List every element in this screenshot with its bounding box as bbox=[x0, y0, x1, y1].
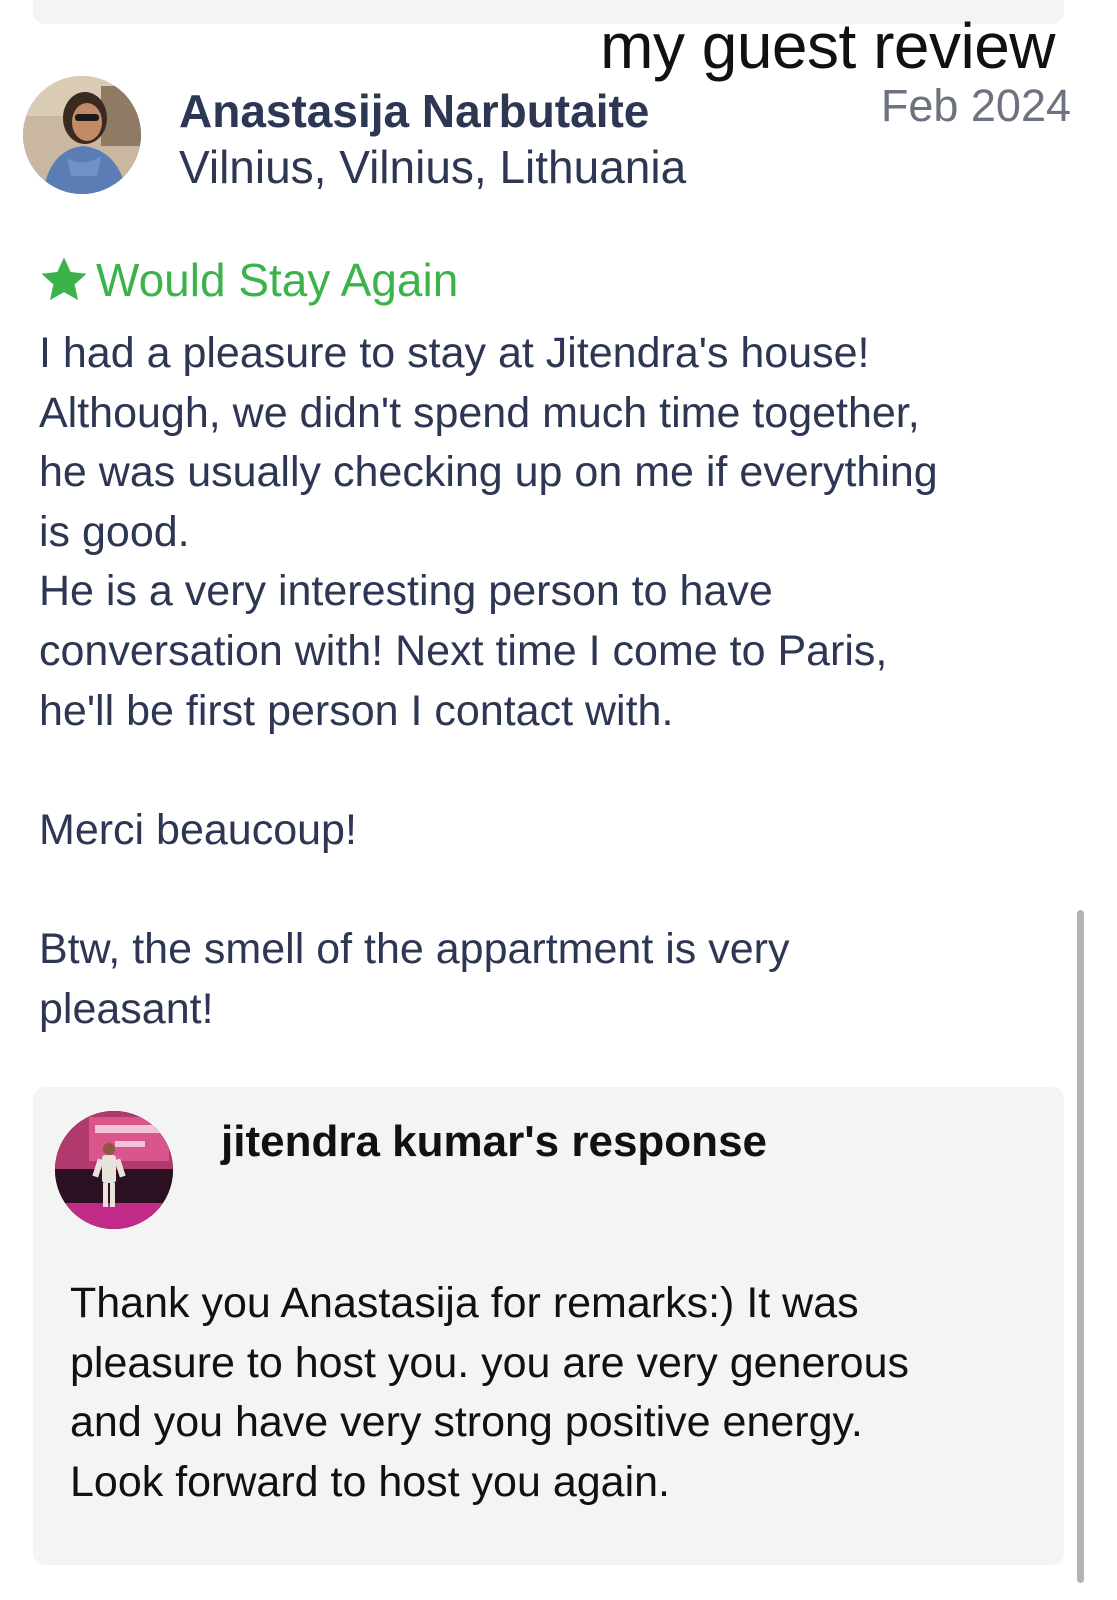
reviewer-avatar-photo bbox=[23, 76, 141, 194]
review-line: pleasant! bbox=[39, 984, 214, 1033]
host-avatar-photo bbox=[55, 1111, 173, 1229]
reviewer-avatar[interactable] bbox=[23, 76, 141, 194]
review-date: Feb 2024 bbox=[880, 80, 1071, 131]
response-line: pleasure to host you. you are very gener… bbox=[70, 1338, 910, 1387]
host-response-card: jitendra kumar's response Thank you Anas… bbox=[33, 1087, 1064, 1565]
scrollbar-thumb[interactable] bbox=[1077, 910, 1084, 1583]
review-line: Although, we didn't spend much time toge… bbox=[39, 388, 920, 437]
host-avatar[interactable] bbox=[55, 1111, 173, 1229]
response-line: and you have very strong positive energy… bbox=[70, 1398, 863, 1447]
review-page: my guest review Anastasija Narbutaite Vi… bbox=[0, 0, 1117, 1600]
response-title: jitendra kumar's response bbox=[221, 1117, 768, 1166]
review-line: He is a very interesting person to have bbox=[39, 567, 773, 616]
recommendation-label: Would Stay Again bbox=[96, 254, 459, 306]
review-line: I had a pleasure to stay at Jitendra's h… bbox=[39, 329, 870, 377]
recommendation-badge: Would Stay Again bbox=[38, 250, 458, 310]
reviewer-location: Vilnius, Vilnius, Lithuania bbox=[179, 141, 687, 193]
response-line: Look forward to host you again. bbox=[70, 1457, 670, 1506]
response-text: Thank you Anastasija for remarks:) It wa… bbox=[70, 1274, 1050, 1512]
review-line: conversation with! Next time I come to P… bbox=[39, 626, 888, 675]
response-line: Thank you Anastasija for remarks:) It wa… bbox=[70, 1279, 859, 1327]
star-icon bbox=[41, 257, 87, 301]
review-line: is good. bbox=[39, 507, 190, 556]
review-text: I had a pleasure to stay at Jitendra's h… bbox=[39, 324, 1069, 1039]
review-line: Merci beaucoup! bbox=[39, 805, 357, 854]
reviewer-name[interactable]: Anastasija Narbutaite bbox=[179, 84, 649, 138]
review-line: Btw, the smell of the appartment is very bbox=[39, 924, 790, 973]
overlay-caption: my guest review bbox=[600, 10, 1055, 82]
review-line: he was usually checking up on me if ever… bbox=[39, 448, 938, 497]
review-line: he'll be first person I contact with. bbox=[39, 686, 674, 735]
